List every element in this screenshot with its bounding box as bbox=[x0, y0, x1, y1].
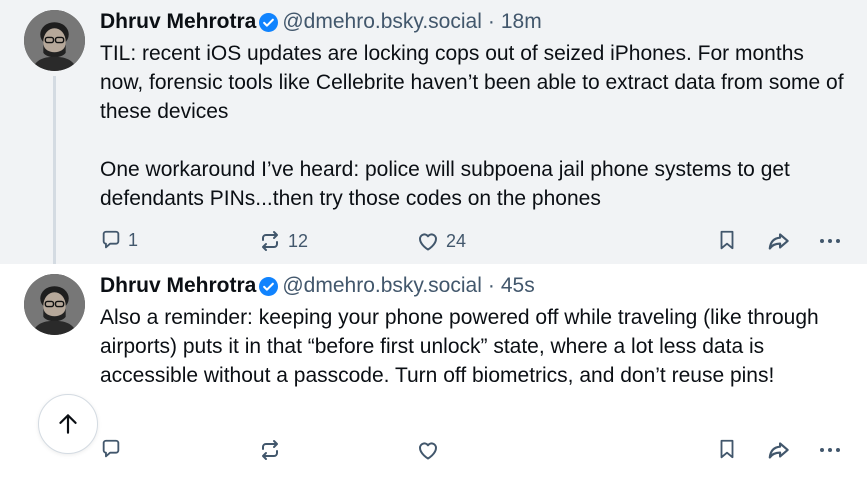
post-paragraph: One workaround I’ve heard: police will s… bbox=[100, 158, 790, 210]
author-avatar[interactable] bbox=[24, 274, 85, 335]
bookmark-button[interactable] bbox=[716, 438, 738, 460]
post-item[interactable]: Dhruv Mehrotra @dmehro.bsky.social · 18m… bbox=[0, 0, 867, 264]
separator-dot: · bbox=[487, 10, 495, 33]
like-button[interactable] bbox=[416, 438, 446, 462]
post-paragraph: TIL: recent iOS updates are locking cops… bbox=[100, 42, 844, 123]
arrow-up-icon bbox=[55, 411, 81, 437]
more-options-button[interactable] bbox=[818, 229, 842, 253]
post-actions: 1 12 24 bbox=[100, 229, 845, 255]
post-header: Dhruv Mehrotra @dmehro.bsky.social · 18m bbox=[100, 9, 542, 35]
share-button[interactable] bbox=[766, 229, 792, 255]
reply-icon bbox=[100, 438, 122, 460]
author-handle[interactable]: @dmehro.bsky.social bbox=[282, 9, 482, 35]
author-display-name[interactable]: Dhruv Mehrotra bbox=[100, 9, 256, 35]
post-item[interactable]: Dhruv Mehrotra @dmehro.bsky.social · 45s… bbox=[0, 264, 867, 482]
post-text: TIL: recent iOS updates are locking cops… bbox=[100, 39, 845, 213]
more-icon bbox=[818, 438, 842, 462]
share-button[interactable] bbox=[766, 438, 792, 464]
repost-button[interactable]: 12 bbox=[258, 229, 308, 253]
like-count: 24 bbox=[446, 230, 467, 251]
more-options-button[interactable] bbox=[818, 438, 842, 462]
reply-count: 1 bbox=[128, 229, 139, 250]
author-avatar[interactable] bbox=[24, 10, 85, 71]
bookmark-button[interactable] bbox=[716, 229, 738, 251]
heart-icon bbox=[416, 438, 440, 462]
share-icon bbox=[766, 438, 792, 464]
post-actions bbox=[100, 438, 845, 464]
repost-button[interactable] bbox=[258, 438, 288, 462]
bookmark-icon bbox=[716, 229, 738, 251]
repost-count: 12 bbox=[288, 230, 309, 251]
repost-icon bbox=[258, 229, 282, 253]
post-text: Also a reminder: keeping your phone powe… bbox=[100, 303, 845, 390]
author-handle[interactable]: @dmehro.bsky.social bbox=[282, 273, 482, 299]
more-icon bbox=[818, 229, 842, 253]
verified-badge-icon[interactable] bbox=[259, 13, 278, 32]
repost-icon bbox=[258, 438, 282, 462]
post-header: Dhruv Mehrotra @dmehro.bsky.social · 45s bbox=[100, 273, 535, 299]
verified-badge-icon[interactable] bbox=[259, 277, 278, 296]
post-timestamp[interactable]: 45s bbox=[501, 273, 535, 299]
scroll-to-top-button[interactable] bbox=[38, 394, 98, 454]
author-display-name[interactable]: Dhruv Mehrotra bbox=[100, 273, 256, 299]
reply-button[interactable] bbox=[100, 438, 128, 460]
avatar-photo bbox=[24, 10, 85, 71]
share-icon bbox=[766, 229, 792, 255]
bookmark-icon bbox=[716, 438, 738, 460]
separator-dot: · bbox=[487, 274, 495, 297]
post-timestamp[interactable]: 18m bbox=[501, 9, 542, 35]
reply-icon bbox=[100, 229, 122, 251]
thread-connector-line bbox=[53, 76, 56, 264]
heart-icon bbox=[416, 229, 440, 253]
reply-button[interactable]: 1 bbox=[100, 229, 138, 251]
post-paragraph: Also a reminder: keeping your phone powe… bbox=[100, 306, 819, 387]
avatar-photo bbox=[24, 274, 85, 335]
like-button[interactable]: 24 bbox=[416, 229, 466, 253]
